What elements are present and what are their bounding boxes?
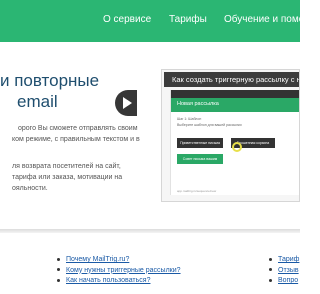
bullet-icon (57, 258, 60, 261)
bullet-icon (57, 268, 60, 271)
video-screen[interactable]: Новая рассылка Шаг 1: Шаблон Выберите ша… (170, 90, 299, 195)
footer-link-who[interactable]: Кому нужны триггерные рассылки? (66, 266, 181, 277)
paragraph-line: ком режиме, с правильным текстом и в (12, 136, 140, 143)
footer-link-faq[interactable]: Вопро (278, 276, 300, 287)
footer-link-start[interactable]: Как начать пользоваться? (66, 276, 181, 287)
video-template-welcome: Приветственные письма (177, 138, 223, 148)
video-screen-hint: Выберите шаблон для вашей рассылки (177, 123, 242, 127)
nav-about[interactable]: О сервисе (103, 14, 151, 25)
nav-learning[interactable]: Обучение и помо (224, 14, 304, 25)
video-screen-topbar (171, 90, 299, 98)
play-icon[interactable] (115, 90, 137, 116)
footer-links-right: Тариф Отзыв Вопро (278, 255, 300, 287)
video-screen-step: Шаг 1: Шаблон (177, 117, 202, 121)
paragraph-line: ля возврата посетителей на сайт, (12, 163, 121, 170)
hero-paragraph-2: ля возврата посетителей на сайт, тарифа … (0, 161, 150, 194)
headline-line: и повторные (0, 71, 100, 90)
footer-link-reviews[interactable]: Отзыв (278, 266, 300, 277)
video-template-tips: Совет письма вашим (177, 154, 223, 164)
video-screen-footer: app.mailtrig.ru/sequence/new (177, 189, 217, 193)
bullet-icon (269, 258, 272, 261)
footer-link-why[interactable]: Почему MailTrig.ru? (66, 255, 181, 266)
top-nav: О сервисе Тарифы Обучение и помо (0, 0, 304, 42)
cursor-highlight (232, 142, 242, 152)
nav-pricing[interactable]: Тарифы (169, 14, 207, 25)
video-screen-header-text: Новая рассылка (177, 101, 219, 107)
bullet-icon (57, 279, 60, 282)
video-title-bar: Как создать триггерную рассылку с нул (164, 72, 299, 87)
paragraph-line: ояльности. (12, 185, 48, 192)
hero-paragraph-1: орого Вы сможете отправлять своим ком ре… (0, 123, 150, 145)
video-title: Как создать триггерную рассылку с нул (172, 75, 299, 84)
section-divider (0, 229, 300, 233)
paragraph-line: тарифа или заказа, мотивации на (12, 174, 123, 181)
video-card[interactable]: Как создать триггерную рассылку с нул Но… (161, 69, 300, 202)
footer-link-pricing[interactable]: Тариф (278, 255, 300, 266)
bullet-icon (269, 279, 272, 282)
bullet-icon (269, 268, 272, 271)
paragraph-line: орого Вы сможете отправлять своим (18, 125, 138, 132)
footer-links-left: Почему MailTrig.ru? Кому нужны триггерны… (66, 255, 181, 287)
video-screen-header: Новая рассылка (171, 98, 299, 112)
